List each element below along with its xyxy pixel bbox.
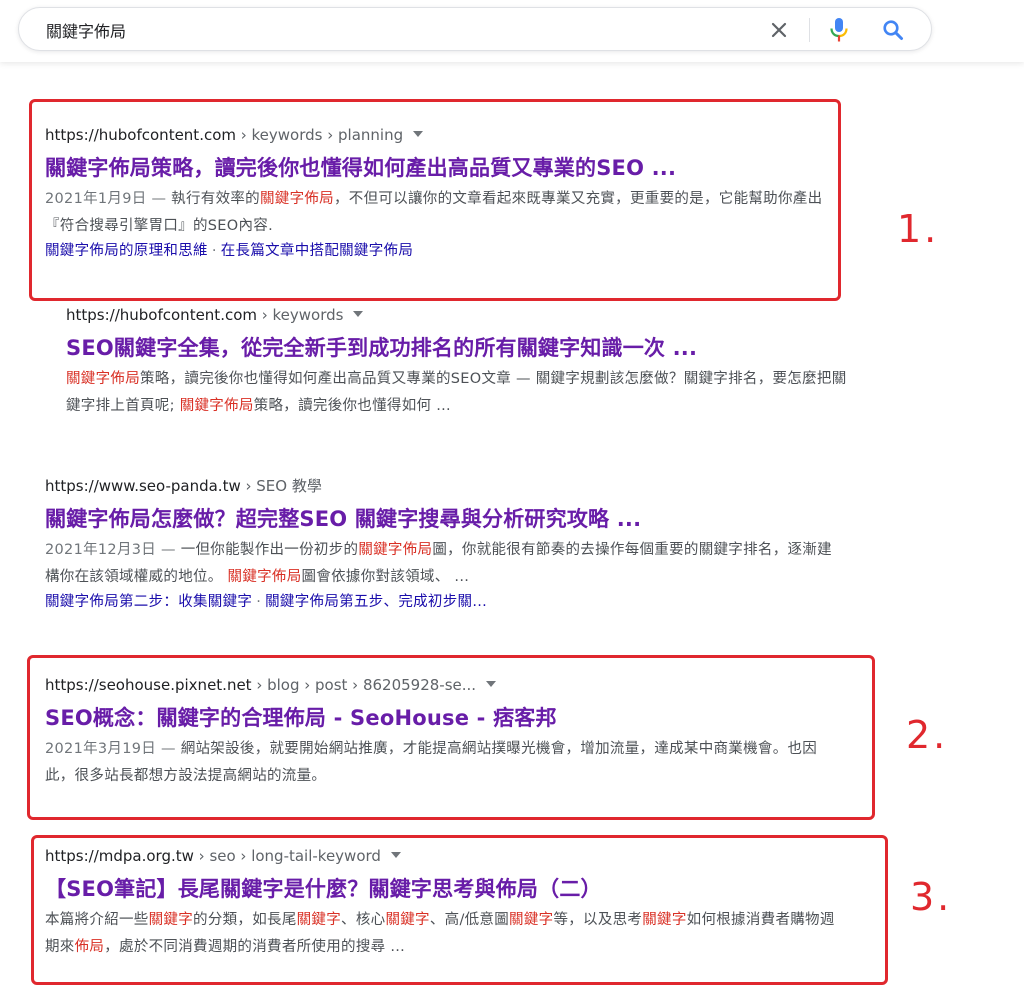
search-result: https://www.seo-panda.tw › SEO 教學 關鍵字佈局怎… [45, 476, 835, 613]
annotation-label-3: 3. [910, 875, 953, 919]
search-result: https://hubofcontent.com › keywords SEO關… [66, 305, 856, 420]
result-title[interactable]: 關鍵字佈局怎麼做？超完整SEO 關鍵字搜尋與分析研究攻略 ... [45, 505, 835, 533]
result-title[interactable]: SEO關鍵字全集，從完全新手到成功排名的所有關鍵字知識一次 ... [66, 334, 856, 362]
snippet-highlight: 關鍵字佈局 [358, 542, 433, 558]
annotation-box-1 [29, 99, 841, 301]
search-box[interactable] [18, 7, 932, 51]
annotation-box-2 [27, 655, 875, 820]
search-divider [809, 18, 810, 42]
result-snippet: 關鍵字佈局策略，讀完後你也懂得如何產出高品質又專業的SEO文章 — 關鍵字規劃該… [66, 366, 856, 420]
result-date: 2021年12月3日 — [45, 542, 181, 558]
snippet-highlight: 關鍵字佈局 [179, 398, 254, 414]
snippet-text: 圖會依據你對該領域、 ... [301, 569, 470, 585]
search-icon[interactable] [881, 18, 905, 42]
annotation-box-3 [31, 835, 888, 985]
sitelink[interactable]: 關鍵字佈局第二步：收集關鍵字 [45, 594, 252, 610]
annotation-label-1: 1. [897, 207, 940, 251]
sitelink-separator: · [256, 594, 262, 610]
result-url[interactable]: https://hubofcontent.com › keywords [66, 305, 856, 325]
search-header [0, 0, 1024, 62]
caret-down-icon[interactable] [353, 310, 364, 317]
annotation-label-2: 2. [906, 713, 949, 757]
close-icon[interactable] [767, 18, 791, 42]
sitelink[interactable]: 關鍵字佈局第五步、完成初步關... [265, 594, 487, 610]
search-input[interactable] [46, 16, 746, 44]
result-sitelinks: 關鍵字佈局第二步：收集關鍵字 · 關鍵字佈局第五步、完成初步關... [45, 591, 835, 613]
result-snippet: 2021年12月3日 — 一但你能製作出一份初步的關鍵字佈局圖，你就能很有節奏的… [45, 537, 835, 591]
snippet-highlight: 關鍵字佈局 [227, 569, 302, 585]
microphone-icon[interactable] [827, 17, 851, 43]
snippet-text: 策略，讀完後你也懂得如何 ... [253, 398, 451, 414]
result-url[interactable]: https://www.seo-panda.tw › SEO 教學 [45, 476, 835, 496]
snippet-text: 一但你能製作出一份初步的 [180, 542, 359, 558]
snippet-highlight: 關鍵字佈局 [66, 371, 140, 387]
